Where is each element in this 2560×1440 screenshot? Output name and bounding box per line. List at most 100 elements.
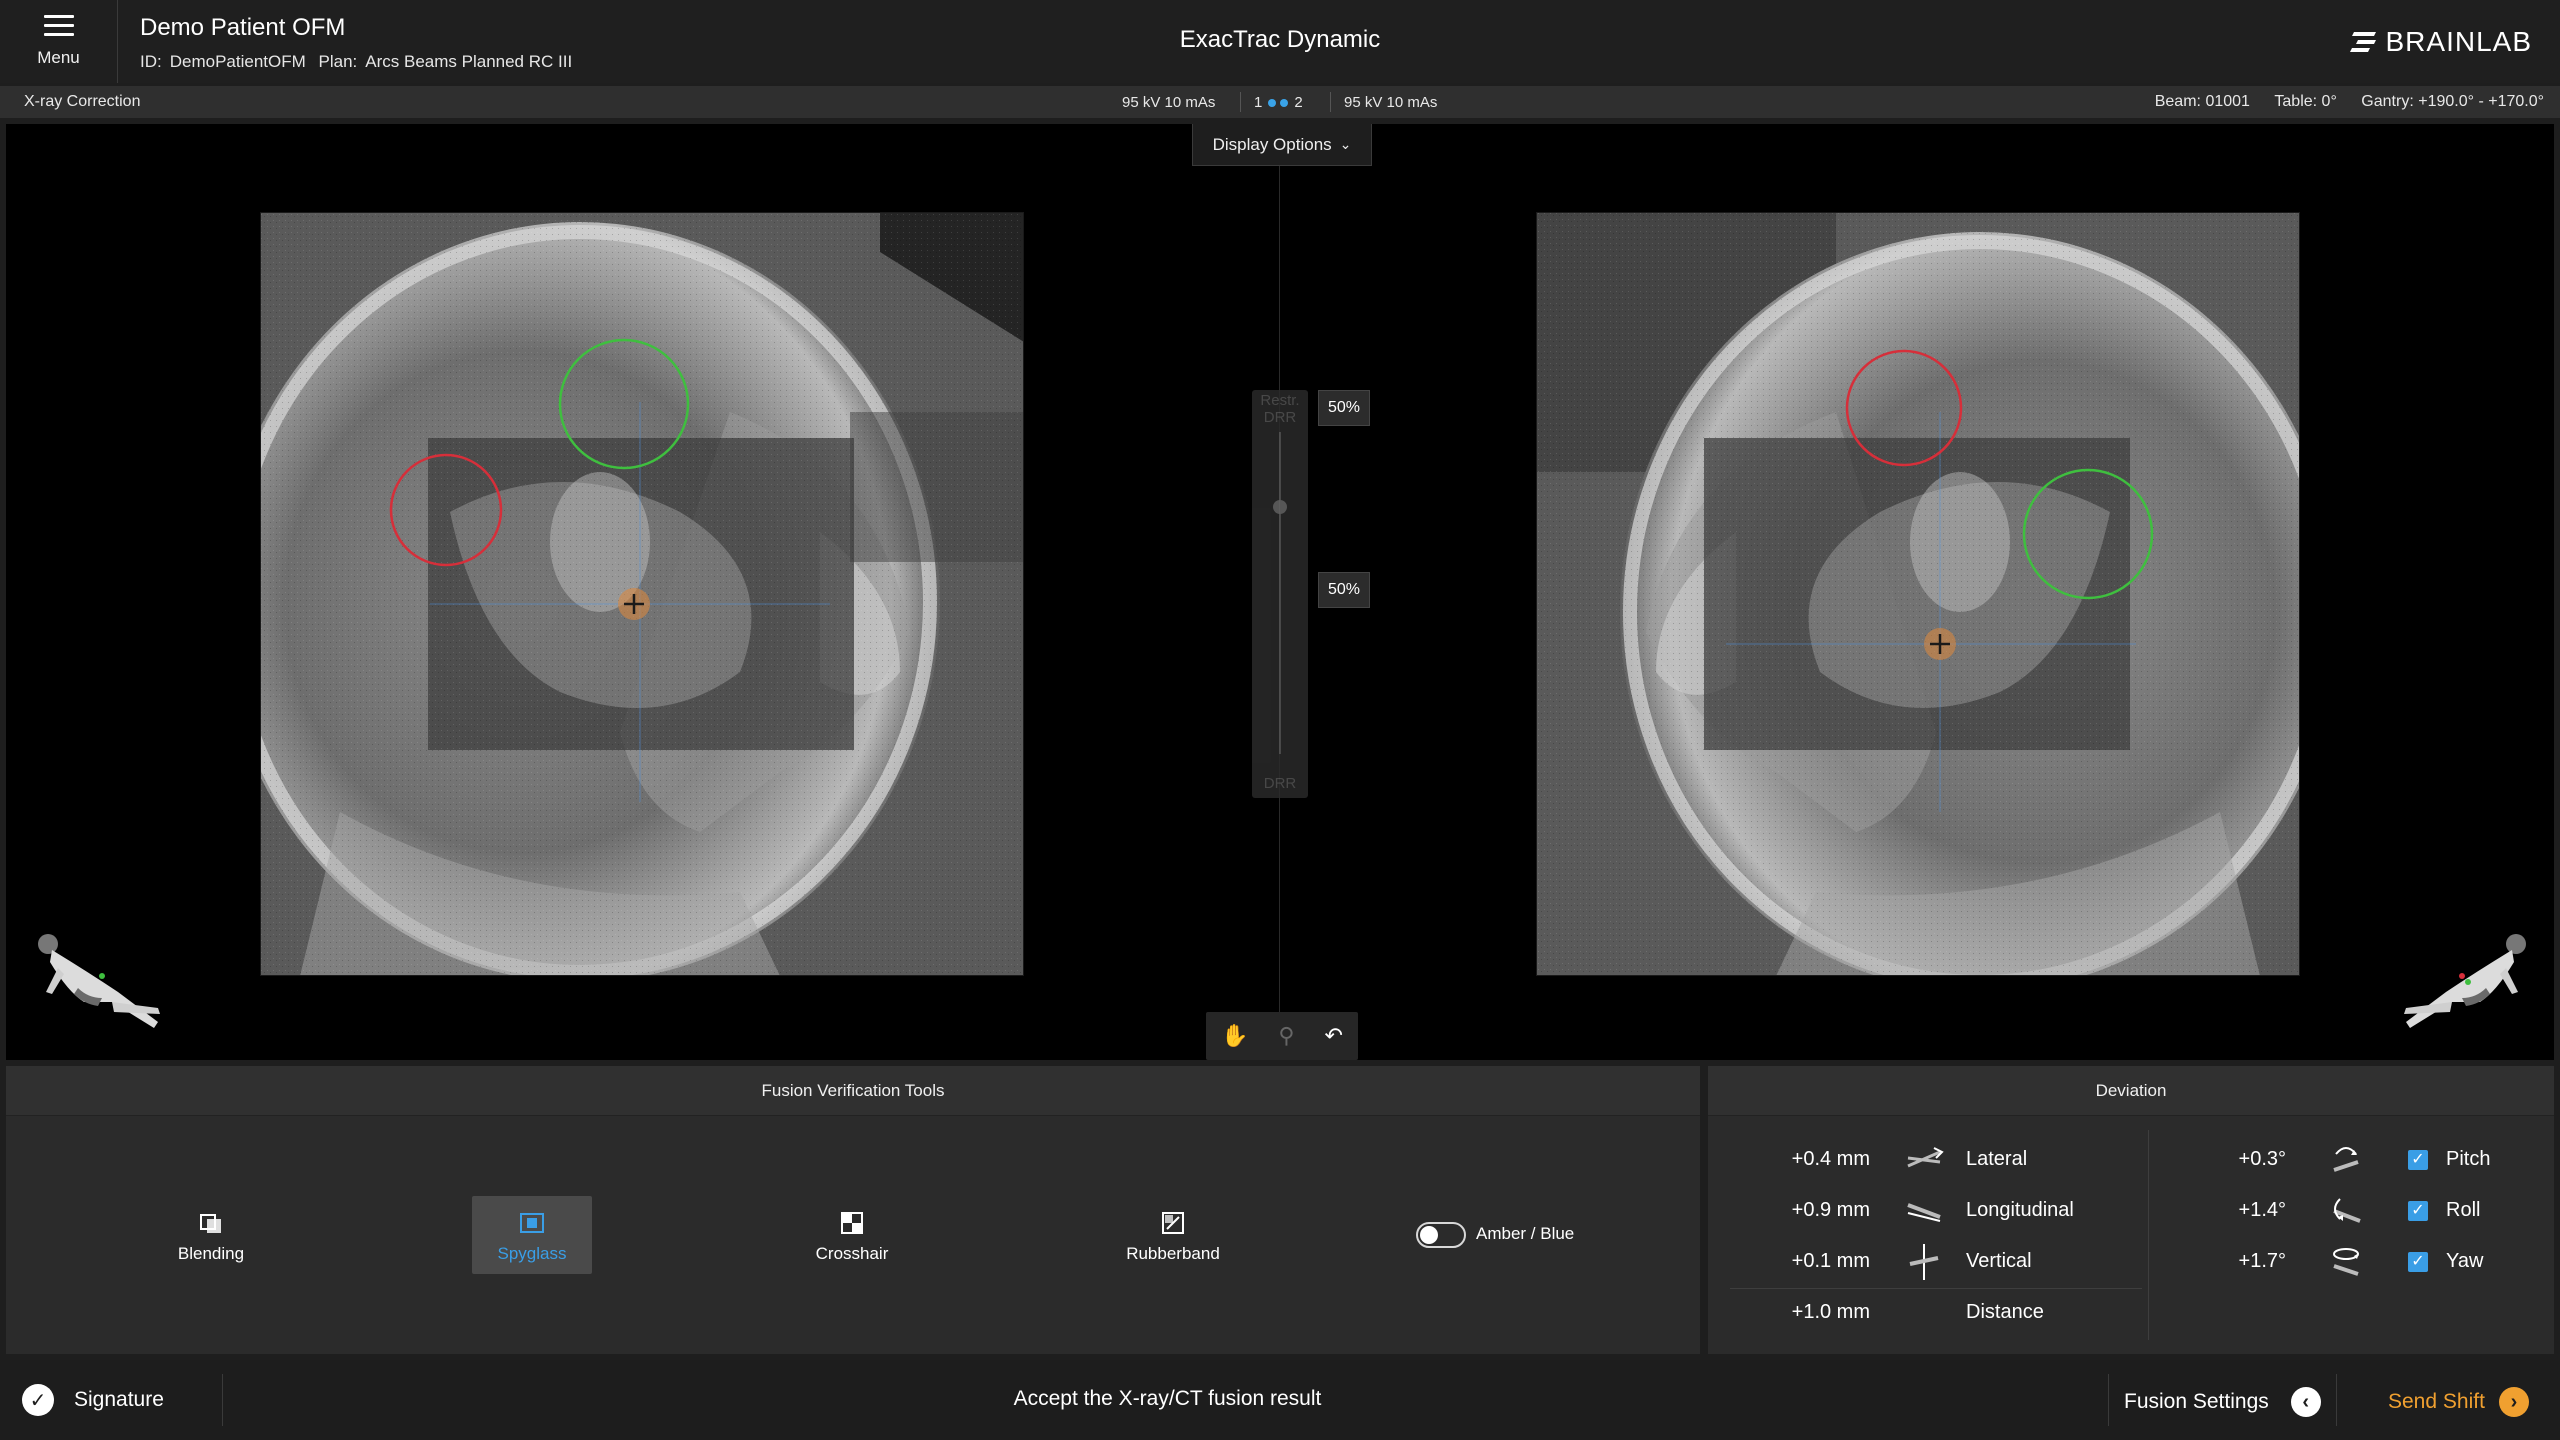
send-shift-label: Send Shift — [2388, 1390, 2485, 1413]
xray-viewer: Display Options ⌄ Restr. DRR DRR 50% 50%… — [6, 124, 2554, 1060]
checkmark-icon: ✓ — [22, 1384, 54, 1416]
toggle-knob — [1420, 1226, 1438, 1244]
footer-instruction: Accept the X-ray/CT fusion result — [1013, 1387, 1322, 1410]
menu-button[interactable]: Menu — [0, 0, 118, 83]
brand-name: BRAINLAB — [2385, 26, 2532, 57]
zoom-icon[interactable]: ⚲ — [1278, 1023, 1294, 1049]
amber-blue-toggle[interactable] — [1416, 1222, 1466, 1248]
plan-value: Arcs Beams Planned RC III — [365, 52, 573, 71]
brainlab-logo-icon — [2349, 32, 2376, 52]
isocenter-marker-icon[interactable] — [618, 588, 650, 620]
status-separator — [1330, 92, 1331, 112]
footer-separator — [222, 1374, 223, 1426]
beam-info: Beam: 01001 Table: 0° Gantry: +190.0° - … — [2135, 93, 2544, 111]
app-title: ExacTrac Dynamic — [1179, 26, 1381, 53]
left-exposure: 95 kV 10 mAs — [1122, 94, 1216, 111]
vertical-label: Vertical — [1966, 1250, 2032, 1272]
bottom-percent-badge: 50% — [1318, 572, 1370, 608]
spyglass-icon — [520, 1213, 544, 1233]
yaw-rotation-icon — [2333, 1248, 2359, 1276]
signature-button[interactable]: ✓ Signature — [22, 1384, 164, 1416]
right-exposure: 95 kV 10 mAs — [1344, 94, 1438, 111]
patient-orientation-left-icon — [38, 934, 160, 1028]
chevron-right-icon: › — [2498, 1387, 2529, 1417]
chevron-left-icon: ‹ — [2290, 1387, 2321, 1417]
crosshair-label: Crosshair — [815, 1244, 889, 1263]
menu-label: Menu — [37, 48, 80, 67]
top-percent-badge: 50% — [1318, 390, 1370, 426]
fusion-tools-title: Fusion Verification Tools — [6, 1066, 1700, 1116]
crosshair-tool-button[interactable]: Crosshair — [792, 1196, 912, 1274]
patient-meta: ID: DemoPatientOFM Plan: Arcs Beams Planne… — [140, 52, 580, 72]
longitudinal-value: +0.9 mm — [1791, 1199, 1870, 1221]
amber-blue-label: Amber / Blue — [1476, 1224, 1575, 1243]
yaw-checkbox[interactable]: ✓ — [2408, 1252, 2428, 1272]
deviation-title: Deviation — [1708, 1066, 2554, 1116]
display-options-dropdown[interactable]: Display Options ⌄ — [1192, 124, 1372, 166]
pitch-value: +0.3° — [2238, 1148, 2286, 1170]
blending-label: Blending — [177, 1244, 245, 1263]
deviation-distance-divider — [1730, 1288, 2142, 1289]
pitch-label: Pitch — [2446, 1148, 2491, 1170]
pitch-rotation-icon — [2333, 1147, 2359, 1172]
view-tools: ✋ ⚲ ↶ — [1206, 1012, 1358, 1060]
blending-tool-button[interactable]: Blending — [151, 1196, 271, 1274]
hamburger-icon — [43, 15, 74, 37]
blending-icon — [200, 1214, 221, 1233]
footer-separator — [2336, 1374, 2337, 1426]
tube-indicator: 1 2 — [1254, 94, 1303, 111]
workflow-step-title: X-ray Correction — [24, 93, 141, 110]
table-label: Table: 0° — [2274, 93, 2337, 110]
blend-slider[interactable]: Restr. DRR DRR — [1252, 390, 1308, 798]
lateral-axis-icon — [1907, 1147, 1944, 1168]
id-label: ID: — [140, 52, 162, 71]
undo-icon[interactable]: ↶ — [1325, 1023, 1343, 1049]
status-separator — [1240, 92, 1241, 112]
rubberband-label: Rubberband — [1126, 1244, 1220, 1263]
slider-handle[interactable] — [1273, 500, 1287, 514]
lateral-label: Lateral — [1966, 1148, 2028, 1170]
isocenter-marker-icon[interactable] — [1924, 628, 1956, 660]
roll-checkbox[interactable]: ✓ — [2408, 1201, 2428, 1221]
rubberband-icon — [1162, 1212, 1184, 1234]
pitch-checkbox[interactable]: ✓ — [2408, 1150, 2428, 1170]
pan-hand-icon[interactable]: ✋ — [1221, 1023, 1248, 1049]
xray-image-left[interactable] — [260, 212, 1024, 976]
roll-value: +1.4° — [2238, 1199, 2286, 1221]
tube-dot-icon — [1268, 98, 1277, 107]
patient-name: Demo Patient OFM — [140, 14, 346, 41]
longitudinal-label: Longitudinal — [1966, 1199, 2074, 1221]
tube-dot-icon — [1280, 98, 1289, 107]
footer-bar: ✓ Signature Accept the X-ray/CT fusion r… — [0, 1360, 2560, 1440]
tube-1-label: 1 — [1254, 94, 1263, 111]
rubberband-tool-button[interactable]: Rubberband — [1113, 1196, 1233, 1274]
slider-bottom-label: DRR — [1263, 775, 1297, 792]
yaw-value: +1.7° — [2238, 1250, 2286, 1272]
plan-label: Plan: — [318, 52, 358, 71]
send-shift-button[interactable]: Send Shift › — [2388, 1387, 2529, 1417]
slider-track — [1279, 432, 1281, 754]
patient-orientation-right-icon — [2404, 934, 2526, 1028]
chevron-down-icon: ⌄ — [1339, 136, 1352, 152]
tube-2-label: 2 — [1294, 94, 1303, 111]
crosshair-icon — [841, 1212, 863, 1234]
yaw-label: Yaw — [2446, 1250, 2484, 1272]
slider-top-label: Restr. DRR — [1260, 392, 1300, 426]
distance-value: +1.0 mm — [1791, 1301, 1870, 1323]
gantry-label: Gantry: +190.0° - +170.0° — [2361, 93, 2544, 110]
id-value: DemoPatientOFM — [169, 52, 306, 71]
spyglass-tool-button[interactable]: Spyglass — [472, 1196, 592, 1274]
xray-image-right[interactable] — [1536, 212, 2300, 976]
distance-label: Distance — [1966, 1301, 2044, 1323]
roll-rotation-icon — [2333, 1198, 2361, 1223]
status-bar: X-ray Correction 95 kV 10 mAs 1 2 95 kV … — [0, 86, 2560, 118]
fusion-settings-button[interactable]: Fusion Settings ‹ — [2124, 1387, 2321, 1417]
vertical-axis-icon — [1909, 1244, 1939, 1280]
brand-logo: BRAINLAB — [2348, 26, 2533, 58]
spyglass-label: Spyglass — [497, 1244, 567, 1263]
beam-label: Beam: 01001 — [2154, 93, 2250, 110]
app-header: Menu Demo Patient OFM ID: DemoPatientOFM … — [0, 0, 2560, 83]
lateral-value: +0.4 mm — [1791, 1148, 1870, 1170]
roll-label: Roll — [2446, 1199, 2481, 1221]
longitudinal-axis-icon — [1907, 1203, 1941, 1222]
